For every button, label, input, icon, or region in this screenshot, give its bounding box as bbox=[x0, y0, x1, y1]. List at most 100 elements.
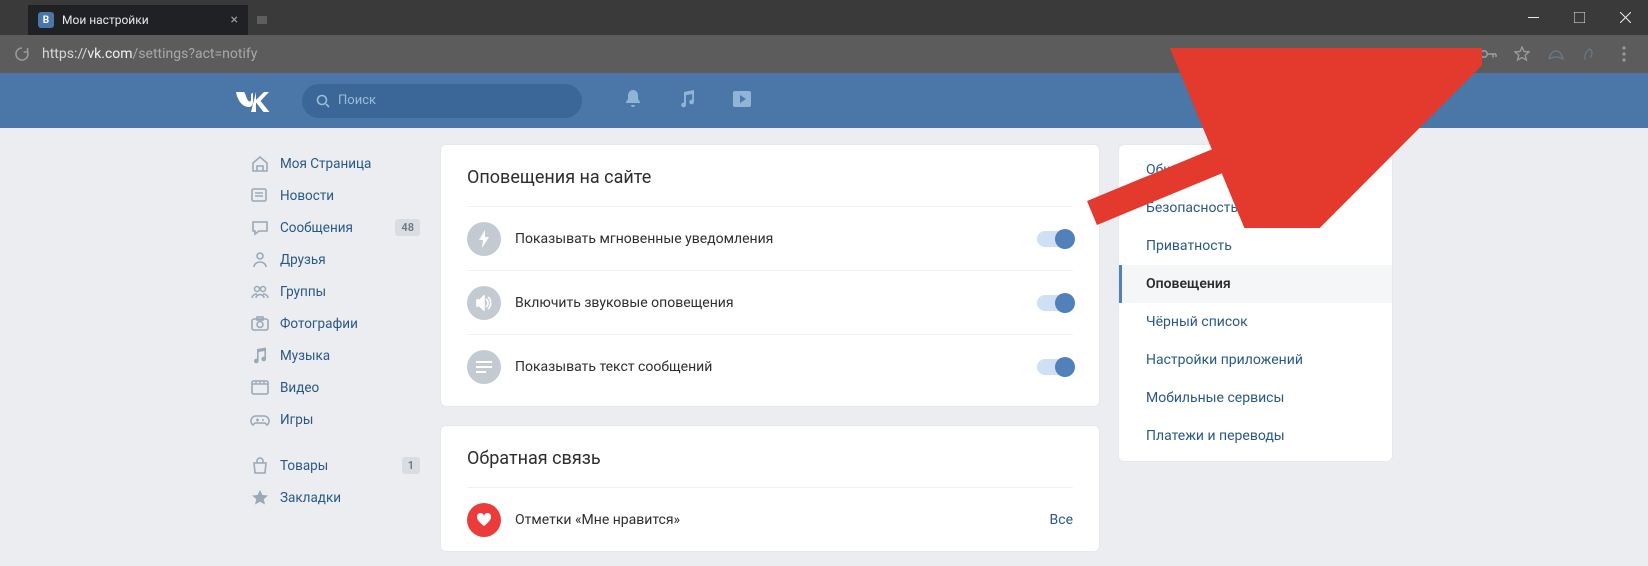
home-icon bbox=[248, 154, 272, 174]
vk-header: Поиск bbox=[0, 73, 1648, 128]
nav-label: Фотографии bbox=[280, 316, 358, 332]
kebab-menu-icon[interactable] bbox=[1614, 44, 1634, 64]
browser-titlebar: B Мои настройки × bbox=[0, 0, 1648, 35]
browser-tab[interactable]: B Мои настройки × bbox=[28, 5, 248, 35]
row-action-all[interactable]: Все bbox=[1050, 512, 1073, 528]
settings-tab[interactable]: Приватность bbox=[1119, 227, 1392, 265]
vk-favicon-icon: B bbox=[38, 12, 54, 28]
settings-tab[interactable]: Оповещения bbox=[1119, 265, 1392, 303]
extension-icon-2[interactable] bbox=[1580, 44, 1600, 64]
settings-tab[interactable]: Настройки приложений bbox=[1119, 341, 1392, 379]
search-icon bbox=[316, 94, 330, 108]
group-icon bbox=[248, 282, 272, 302]
url-field[interactable]: https://vk.com/settings?act=notify bbox=[42, 46, 1478, 62]
card-title: Обратная связь bbox=[467, 448, 1073, 469]
nav-label: Друзья bbox=[280, 252, 326, 268]
setting-row: Отметки «Мне нравится» Все bbox=[467, 487, 1073, 551]
avatar bbox=[1362, 86, 1392, 116]
close-icon[interactable]: × bbox=[231, 12, 238, 28]
settings-tab[interactable]: Чёрный список bbox=[1119, 303, 1392, 341]
url-host: vk.com bbox=[87, 46, 132, 62]
card-title: Оповещения на сайте bbox=[467, 167, 1073, 188]
volume-icon bbox=[467, 286, 501, 320]
nav-item-group[interactable]: Группы bbox=[242, 276, 422, 308]
nav-label: Моя Страница bbox=[280, 156, 371, 172]
video-icon bbox=[248, 378, 272, 398]
extension-icon-1[interactable] bbox=[1546, 44, 1566, 64]
profile-menu[interactable] bbox=[1262, 86, 1410, 116]
settings-tab[interactable]: Общее bbox=[1119, 151, 1392, 189]
settings-tab[interactable]: Мобильные сервисы bbox=[1119, 379, 1392, 417]
page-body: Моя Страница Новости Сообщения 48 Друзья Груп… bbox=[0, 128, 1648, 552]
photo-icon bbox=[248, 314, 272, 334]
key-icon[interactable] bbox=[1478, 44, 1498, 64]
nav-item-game[interactable]: Игры bbox=[242, 404, 422, 436]
bag-icon bbox=[248, 456, 272, 476]
nav-label: Новости bbox=[280, 188, 334, 204]
toggle-instant[interactable] bbox=[1037, 231, 1073, 247]
chevron-down-icon bbox=[1400, 98, 1410, 104]
feedback-card: Обратная связь Отметки «Мне нравится» Вс… bbox=[440, 425, 1100, 552]
settings-nav-column: ОбщееБезопасностьПриватностьОповещенияЧё… bbox=[1118, 144, 1393, 552]
setting-row: Включить звуковые оповещения bbox=[467, 270, 1073, 334]
msg-icon bbox=[248, 218, 272, 238]
main-column: Оповещения на сайте Показывать мгновенны… bbox=[440, 144, 1100, 552]
music-icon[interactable] bbox=[678, 90, 696, 112]
nav-item-news[interactable]: Новости bbox=[242, 180, 422, 212]
setting-row: Показывать текст сообщений bbox=[467, 334, 1073, 398]
nav-badge: 48 bbox=[395, 219, 420, 236]
maximize-button[interactable] bbox=[1556, 0, 1602, 35]
url-proto: https:// bbox=[42, 46, 87, 62]
music-icon bbox=[248, 346, 272, 366]
site-notifications-card: Оповещения на сайте Показывать мгновенны… bbox=[440, 144, 1100, 407]
setting-row: Показывать мгновенные уведомления bbox=[467, 206, 1073, 270]
left-nav: Моя Страница Новости Сообщения 48 Друзья Груп… bbox=[242, 144, 422, 552]
nav-label: Видео bbox=[280, 380, 319, 396]
nav-label: Игры bbox=[280, 412, 313, 428]
profile-name-plate bbox=[1262, 89, 1354, 113]
close-window-button[interactable] bbox=[1602, 0, 1648, 35]
text-icon bbox=[467, 350, 501, 384]
nav-item-video[interactable]: Видео bbox=[242, 372, 422, 404]
browser-addressbar: https://vk.com/settings?act=notify bbox=[0, 35, 1648, 73]
heart-icon bbox=[467, 503, 501, 537]
star-icon bbox=[248, 488, 272, 508]
window-controls bbox=[1510, 0, 1648, 35]
new-tab-button[interactable] bbox=[248, 7, 276, 35]
notifications-icon[interactable] bbox=[624, 89, 642, 113]
nav-label: Группы bbox=[280, 284, 326, 300]
game-icon bbox=[248, 410, 272, 430]
setting-label: Включить звуковые оповещения bbox=[515, 295, 1037, 311]
nav-item-photo[interactable]: Фотографии bbox=[242, 308, 422, 340]
news-icon bbox=[248, 186, 272, 206]
setting-label: Показывать текст сообщений bbox=[515, 359, 1037, 375]
video-icon[interactable] bbox=[732, 90, 752, 112]
bookmark-star-icon[interactable] bbox=[1512, 44, 1532, 64]
nav-item-star[interactable]: Закладки bbox=[242, 482, 422, 514]
nav-item-bag[interactable]: Товары 1 bbox=[242, 450, 422, 482]
nav-badge: 1 bbox=[402, 457, 420, 474]
lightning-icon bbox=[467, 222, 501, 256]
minimize-button[interactable] bbox=[1510, 0, 1556, 35]
settings-menu: ОбщееБезопасностьПриватностьОповещенияЧё… bbox=[1118, 144, 1393, 462]
nav-item-friend[interactable]: Друзья bbox=[242, 244, 422, 276]
url-path: /settings?act=notify bbox=[133, 46, 258, 62]
reload-icon[interactable] bbox=[8, 40, 36, 68]
toggle-sound[interactable] bbox=[1037, 295, 1073, 311]
setting-label: Отметки «Мне нравится» bbox=[515, 512, 1050, 528]
vk-logo-icon[interactable] bbox=[232, 81, 272, 121]
nav-label: Закладки bbox=[280, 490, 341, 506]
search-placeholder: Поиск bbox=[338, 93, 376, 108]
settings-tab[interactable]: Безопасность bbox=[1119, 189, 1392, 227]
setting-label: Показывать мгновенные уведомления bbox=[515, 231, 1037, 247]
nav-item-music[interactable]: Музыка bbox=[242, 340, 422, 372]
search-input[interactable]: Поиск bbox=[302, 84, 582, 118]
toggle-text[interactable] bbox=[1037, 359, 1073, 375]
nav-item-msg[interactable]: Сообщения 48 bbox=[242, 212, 422, 244]
tab-title: Мои настройки bbox=[62, 13, 231, 27]
nav-label: Сообщения bbox=[280, 220, 353, 236]
nav-label: Товары bbox=[280, 458, 328, 474]
settings-tab[interactable]: Платежи и переводы bbox=[1119, 417, 1392, 455]
nav-label: Музыка bbox=[280, 348, 330, 364]
nav-item-home[interactable]: Моя Страница bbox=[242, 148, 422, 180]
